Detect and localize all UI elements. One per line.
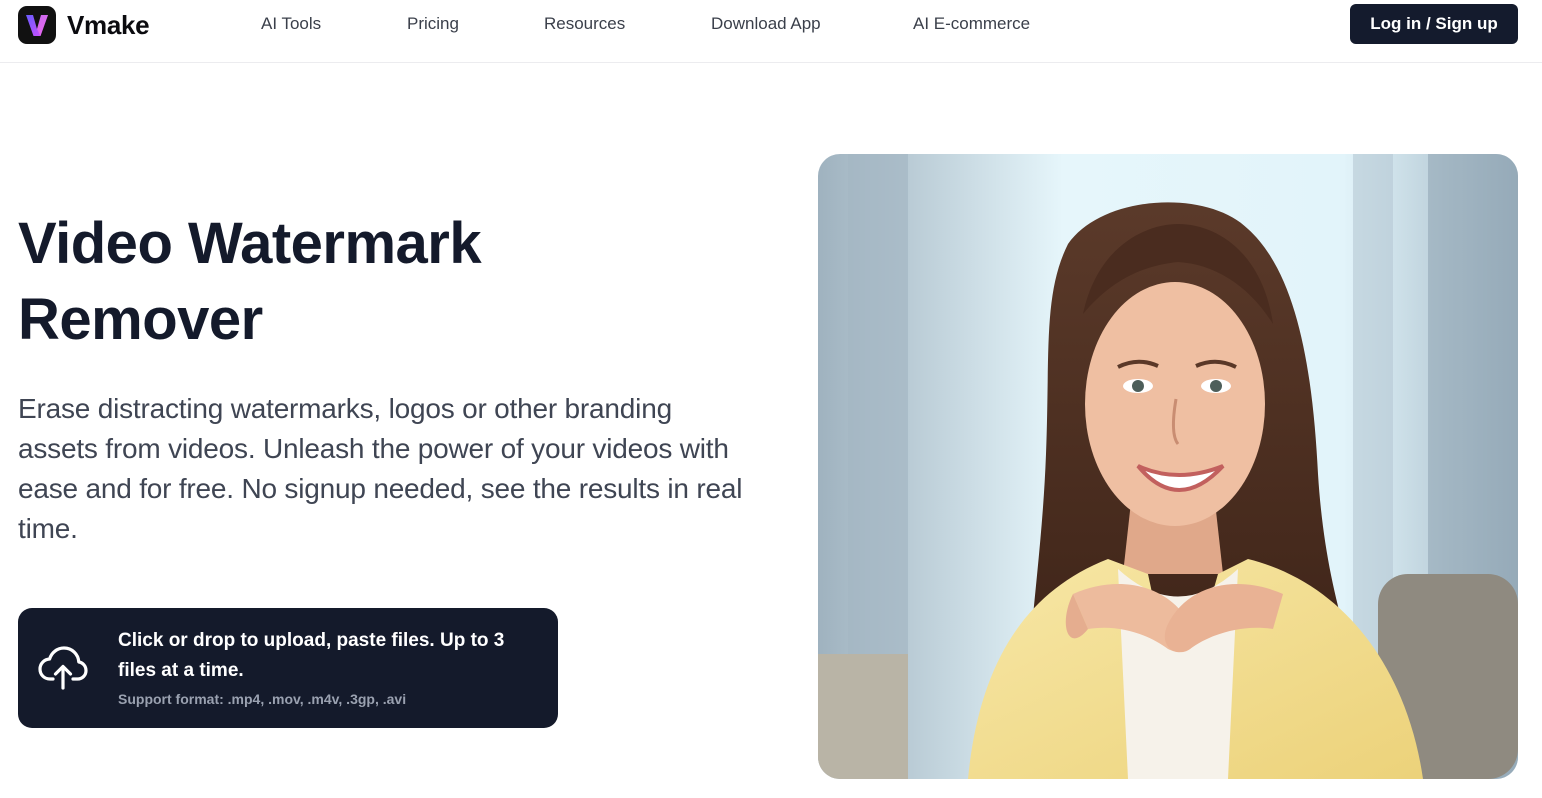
login-signup-button[interactable]: Log in / Sign up <box>1350 4 1518 44</box>
nav-download-app[interactable]: Download App <box>711 13 821 35</box>
brand-name: Vmake <box>67 9 150 40</box>
nav-pricing[interactable]: Pricing <box>407 13 459 35</box>
upload-instruction: Click or drop to upload, paste files. Up… <box>118 630 505 681</box>
supported-formats: Support format: .mp4, .mov, .m4v, .3gp, … <box>118 691 407 707</box>
vmake-v-logo-icon <box>18 6 56 44</box>
cloud-upload-icon <box>38 645 88 691</box>
top-navbar: Vmake AI Tools Pricing Resources Downloa… <box>0 0 1542 63</box>
nav-resources[interactable]: Resources <box>544 13 625 35</box>
vmake-logo-link[interactable]: Vmake <box>18 6 150 44</box>
page-title-line-2: Remover <box>18 287 263 352</box>
nav-ai-tools[interactable]: AI Tools <box>261 13 321 35</box>
hero-description: Erase distracting watermarks, logos or o… <box>18 393 743 544</box>
nav-ai-e-commerce[interactable]: AI E-commerce <box>913 13 1030 35</box>
page-title: Video Watermark Remover <box>18 206 718 358</box>
page-title-line-1: Video Watermark <box>18 211 482 276</box>
hero-demo-image <box>818 154 1518 779</box>
upload-dropzone[interactable]: Click or drop to upload, paste files. Up… <box>18 608 558 728</box>
